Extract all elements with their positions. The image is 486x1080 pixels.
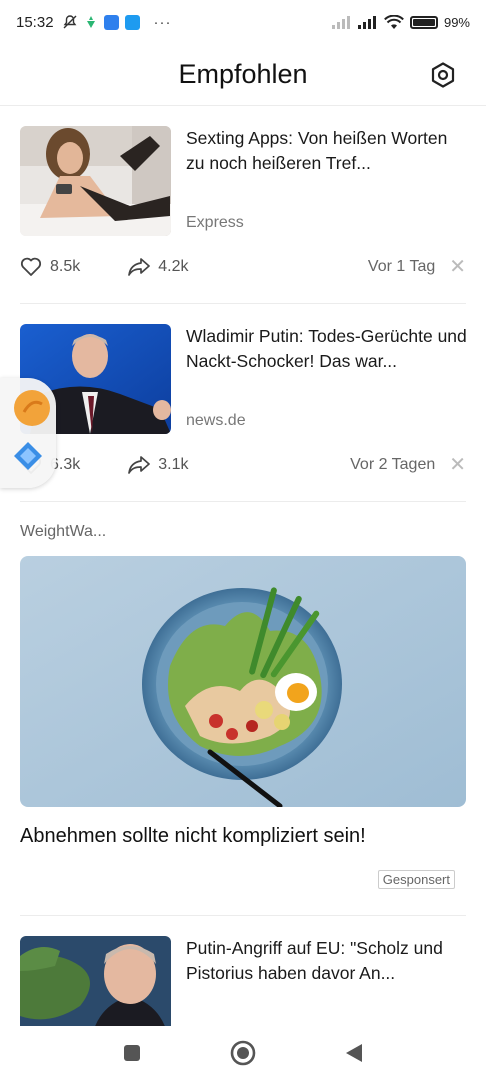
app-icon-lightblue <box>124 14 140 30</box>
share-button[interactable]: 3.1k <box>128 455 189 475</box>
page-title: Empfohlen <box>178 59 308 89</box>
notification-icons: ··· <box>62 14 172 31</box>
share-icon <box>128 456 151 474</box>
article-time: Vor 2 Tagen <box>350 456 436 473</box>
ad-title[interactable]: Abnehmen sollte nicht kompliziert sein! <box>20 825 366 848</box>
article-thumbnail[interactable] <box>20 126 171 236</box>
diamond-app-icon <box>14 442 42 470</box>
article-headline[interactable]: Sexting Apps: Von heißen Worten zu noch … <box>186 126 468 176</box>
like-button[interactable]: 8.5k <box>20 257 80 277</box>
emoji-avatar-icon <box>14 390 50 426</box>
recent-apps-icon[interactable] <box>122 1043 142 1063</box>
system-nav-bar <box>0 1026 486 1080</box>
dismiss-icon[interactable]: ✕ <box>449 257 466 277</box>
share-count: 4.2k <box>158 258 189 275</box>
ad-image[interactable] <box>20 556 466 807</box>
article-card[interactable]: Putin-Angriff auf EU: "Scholz und Pistor… <box>20 936 466 1027</box>
battery-icon <box>409 15 438 29</box>
like-count: 8.5k <box>50 258 81 275</box>
article-headline[interactable]: Wladimir Putin: Todes-Gerüchte und Nackt… <box>186 324 468 374</box>
article-headline[interactable]: Putin-Angriff auf EU: "Scholz und Pistor… <box>186 936 468 986</box>
ad-source: WeightWa... <box>20 523 107 540</box>
divider <box>20 915 466 916</box>
article-time: Vor 1 Tag <box>367 258 436 275</box>
share-count: 3.1k <box>158 456 189 473</box>
floating-assistant-widget[interactable] <box>0 378 56 488</box>
heart-icon <box>20 257 42 276</box>
article-actions: 6.3k 3.1k Vor 2 Tagen ✕ <box>20 452 466 478</box>
mute-icon <box>63 15 77 29</box>
article-source: news.de <box>186 412 246 429</box>
sponsored-badge: Gesponsert <box>377 870 455 889</box>
system-icons: 99% <box>331 14 470 30</box>
settings-icon <box>431 62 455 88</box>
article-card[interactable]: Wladimir Putin: Todes-Gerüchte und Nackt… <box>20 324 468 484</box>
status-bar: 15:32 ··· 99% <box>0 0 486 44</box>
article-card[interactable]: Sexting Apps: Von heißen Worten zu noch … <box>20 126 466 286</box>
signal-off-icon <box>331 16 350 29</box>
more-notifications-icon: ··· <box>153 13 172 31</box>
app-icon-blue <box>103 14 119 30</box>
dismiss-icon[interactable]: ✕ <box>449 455 466 475</box>
settings-button[interactable] <box>426 58 460 92</box>
news-feed[interactable]: Sexting Apps: Von heißen Worten zu noch … <box>0 107 486 1027</box>
status-time: 15:32 <box>16 13 54 31</box>
share-icon <box>128 258 151 276</box>
divider <box>20 501 466 502</box>
signal-icon <box>357 16 376 29</box>
battery-level: 99% <box>443 14 470 30</box>
article-actions: 8.5k 4.2k Vor 1 Tag ✕ <box>20 254 466 280</box>
app-notification-icon <box>86 16 95 28</box>
article-thumbnail[interactable] <box>20 936 171 1027</box>
article-source: Express <box>186 214 244 231</box>
app-header: Empfohlen <box>0 44 486 106</box>
back-icon[interactable] <box>344 1042 364 1064</box>
wifi-icon <box>384 14 404 29</box>
divider <box>20 303 466 304</box>
home-icon[interactable] <box>230 1040 256 1066</box>
share-button[interactable]: 4.2k <box>128 257 189 277</box>
